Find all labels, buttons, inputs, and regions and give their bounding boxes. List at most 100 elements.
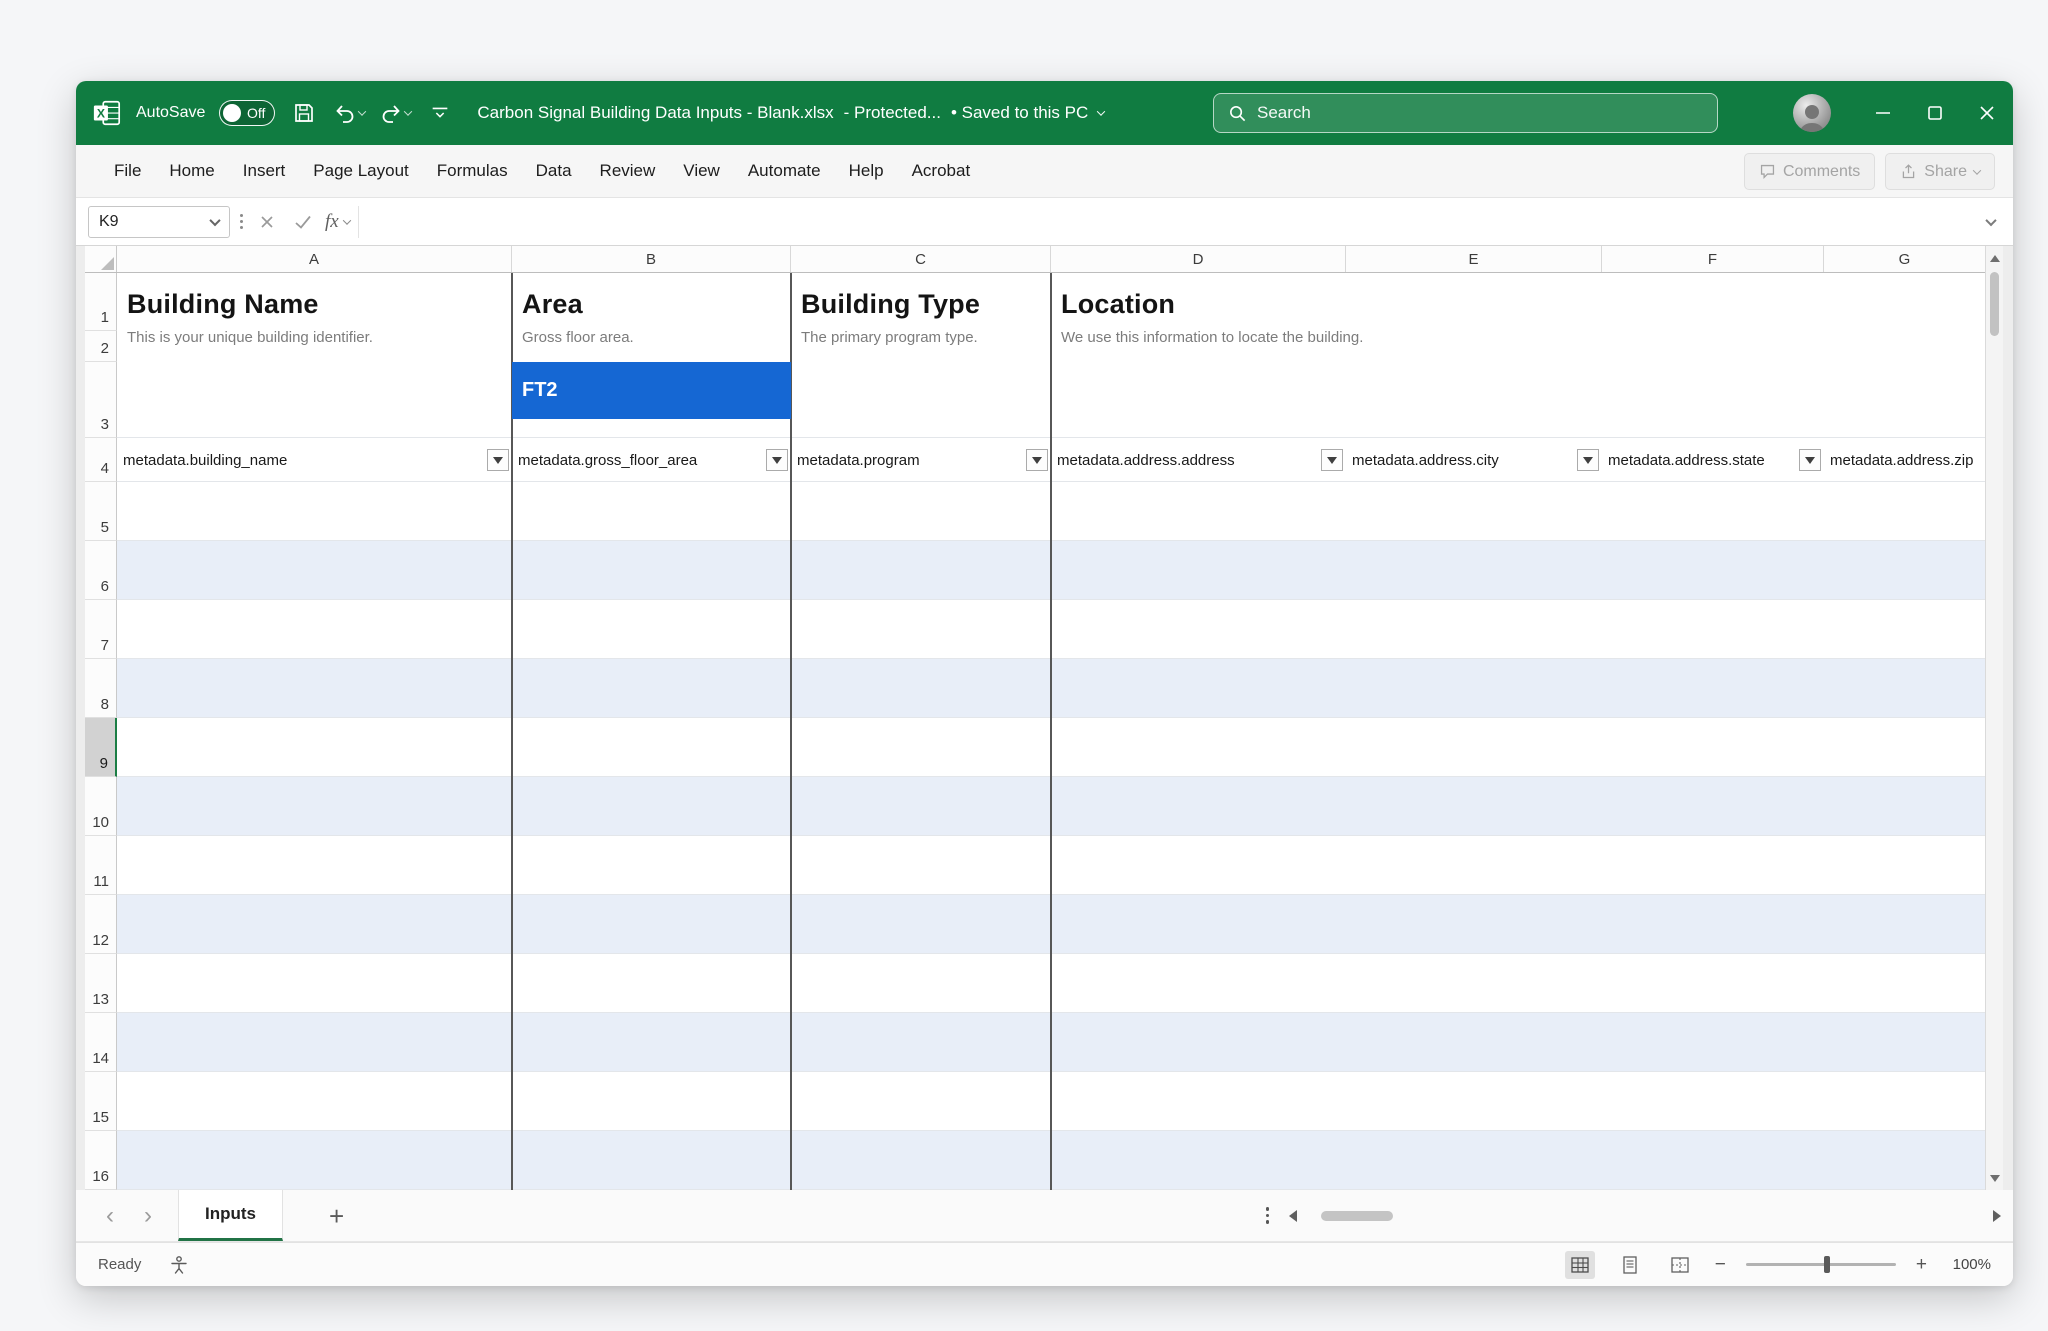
undo-dropdown-icon[interactable]	[358, 107, 366, 115]
menu-help[interactable]: Help	[835, 145, 898, 197]
menu-automate[interactable]: Automate	[734, 145, 835, 197]
field-cell-program[interactable]: metadata.program	[791, 438, 1051, 482]
row-header-8[interactable]: 8	[85, 659, 117, 718]
cancel-entry-button[interactable]	[253, 208, 281, 236]
row-header-4[interactable]: 4	[85, 438, 117, 482]
column-header-b[interactable]: B	[512, 246, 791, 272]
chevron-down-icon[interactable]	[1097, 107, 1105, 115]
field-cell-address[interactable]: metadata.address.address	[1051, 438, 1346, 482]
row-header-9-selected[interactable]: 9	[85, 718, 117, 777]
active-cell-b3[interactable]: FT2	[512, 362, 791, 419]
scroll-left-icon[interactable]	[1289, 1210, 1297, 1222]
dropdown-button[interactable]	[766, 449, 788, 471]
field-cell-gross-floor-area[interactable]: metadata.gross_floor_area	[512, 438, 791, 482]
vertical-scrollbar-thumb[interactable]	[1990, 272, 1999, 336]
minimize-button[interactable]	[1857, 81, 1909, 145]
quick-access-toolbar-icon[interactable]	[425, 98, 455, 128]
column-header-e[interactable]: E	[1346, 246, 1602, 272]
dropdown-button[interactable]	[1799, 449, 1821, 471]
menu-review[interactable]: Review	[586, 145, 670, 197]
vertical-scrollbar[interactable]	[1985, 246, 2003, 1190]
status-mode: Ready	[98, 1256, 141, 1273]
zoom-in-button[interactable]: +	[1916, 1254, 1927, 1276]
add-sheet-button[interactable]: +	[329, 1203, 344, 1229]
row-header-12[interactable]: 12	[85, 895, 117, 954]
field-cell-zip[interactable]: metadata.address.zip	[1824, 438, 1985, 482]
horizontal-scrollbar-thumb[interactable]	[1321, 1211, 1393, 1221]
row-header-1[interactable]: 1	[85, 273, 117, 331]
sheet-tab-inputs[interactable]: Inputs	[178, 1190, 283, 1241]
column-header-a[interactable]: A	[117, 246, 512, 272]
menu-page-layout[interactable]: Page Layout	[299, 145, 422, 197]
column-header-g[interactable]: G	[1824, 246, 1985, 272]
column-header-d[interactable]: D	[1051, 246, 1346, 272]
dropdown-button[interactable]	[1026, 449, 1048, 471]
row-header-3[interactable]: 3	[85, 362, 117, 438]
fx-label: fx	[325, 211, 339, 233]
select-all-corner[interactable]	[85, 246, 117, 272]
sheet-nav-right-icon[interactable]: ›	[144, 1204, 152, 1228]
row-header-14[interactable]: 14	[85, 1013, 117, 1072]
field-cell-state[interactable]: metadata.address.state	[1602, 438, 1824, 482]
row-header-13[interactable]: 13	[85, 954, 117, 1013]
maximize-button[interactable]	[1909, 81, 1961, 145]
excel-logo-icon[interactable]: X	[92, 98, 122, 128]
row-header-16[interactable]: 16	[85, 1131, 117, 1190]
zoom-slider[interactable]	[1746, 1263, 1896, 1266]
row-header-5[interactable]: 5	[85, 482, 117, 541]
field-cell-building-name[interactable]: metadata.building_name	[117, 438, 512, 482]
column-header-f[interactable]: F	[1602, 246, 1824, 272]
insert-function-button[interactable]: fx	[325, 208, 350, 236]
page-layout-view-button[interactable]	[1615, 1251, 1645, 1279]
normal-view-button[interactable]	[1565, 1251, 1595, 1279]
zoom-out-button[interactable]: −	[1715, 1254, 1726, 1276]
horizontal-scrollbar-track[interactable]	[1303, 1209, 1987, 1223]
page-break-preview-button[interactable]	[1665, 1251, 1695, 1279]
search-input[interactable]	[1257, 103, 1703, 123]
scroll-down-icon[interactable]	[1986, 1168, 2003, 1188]
share-button[interactable]: Share	[1885, 153, 1995, 190]
menu-acrobat[interactable]: Acrobat	[898, 145, 985, 197]
row-header-7[interactable]: 7	[85, 600, 117, 659]
menu-formulas[interactable]: Formulas	[423, 145, 522, 197]
scroll-up-icon[interactable]	[1986, 248, 2003, 268]
undo-button[interactable]	[333, 101, 365, 125]
field-cell-city[interactable]: metadata.address.city	[1346, 438, 1602, 482]
column-header-c[interactable]: C	[791, 246, 1051, 272]
dropdown-button[interactable]	[1321, 449, 1343, 471]
row-header-10[interactable]: 10	[85, 777, 117, 836]
horizontal-scrollbar[interactable]	[1289, 1209, 2001, 1223]
sheet-nav-left-icon[interactable]: ‹	[106, 1204, 114, 1228]
name-box[interactable]: K9	[88, 206, 230, 238]
formula-bar-options-icon[interactable]	[238, 214, 245, 229]
user-avatar[interactable]	[1793, 94, 1831, 132]
redo-dropdown-icon[interactable]	[404, 107, 412, 115]
dropdown-button[interactable]	[487, 449, 509, 471]
save-button[interactable]	[289, 98, 319, 128]
autosave-toggle[interactable]: Off	[219, 100, 275, 126]
expand-formula-bar-icon[interactable]	[1987, 213, 2001, 231]
row-header-15[interactable]: 15	[85, 1072, 117, 1131]
menu-view[interactable]: View	[669, 145, 734, 197]
dropdown-button[interactable]	[1577, 449, 1599, 471]
enter-entry-button[interactable]	[289, 208, 317, 236]
menu-data[interactable]: Data	[522, 145, 586, 197]
saved-status[interactable]: • Saved to this PC	[951, 103, 1088, 123]
row-header-11[interactable]: 11	[85, 836, 117, 895]
menu-home[interactable]: Home	[155, 145, 228, 197]
zoom-level[interactable]: 100%	[1947, 1256, 1991, 1273]
redo-button[interactable]	[379, 101, 411, 125]
close-button[interactable]	[1961, 81, 2013, 145]
accessibility-checker-icon[interactable]	[169, 1255, 189, 1275]
search-box[interactable]	[1213, 93, 1718, 133]
name-box-chevron-icon[interactable]	[209, 214, 220, 225]
row-header-6[interactable]: 6	[85, 541, 117, 600]
formula-input[interactable]	[369, 213, 1979, 231]
sheet-more-options-icon[interactable]	[1266, 1207, 1270, 1224]
row-header-2[interactable]: 2	[85, 331, 117, 362]
comments-button[interactable]: Comments	[1744, 153, 1875, 190]
menu-file[interactable]: File	[100, 145, 155, 197]
zoom-slider-thumb[interactable]	[1824, 1256, 1830, 1273]
scroll-right-icon[interactable]	[1993, 1210, 2001, 1222]
menu-insert[interactable]: Insert	[229, 145, 300, 197]
